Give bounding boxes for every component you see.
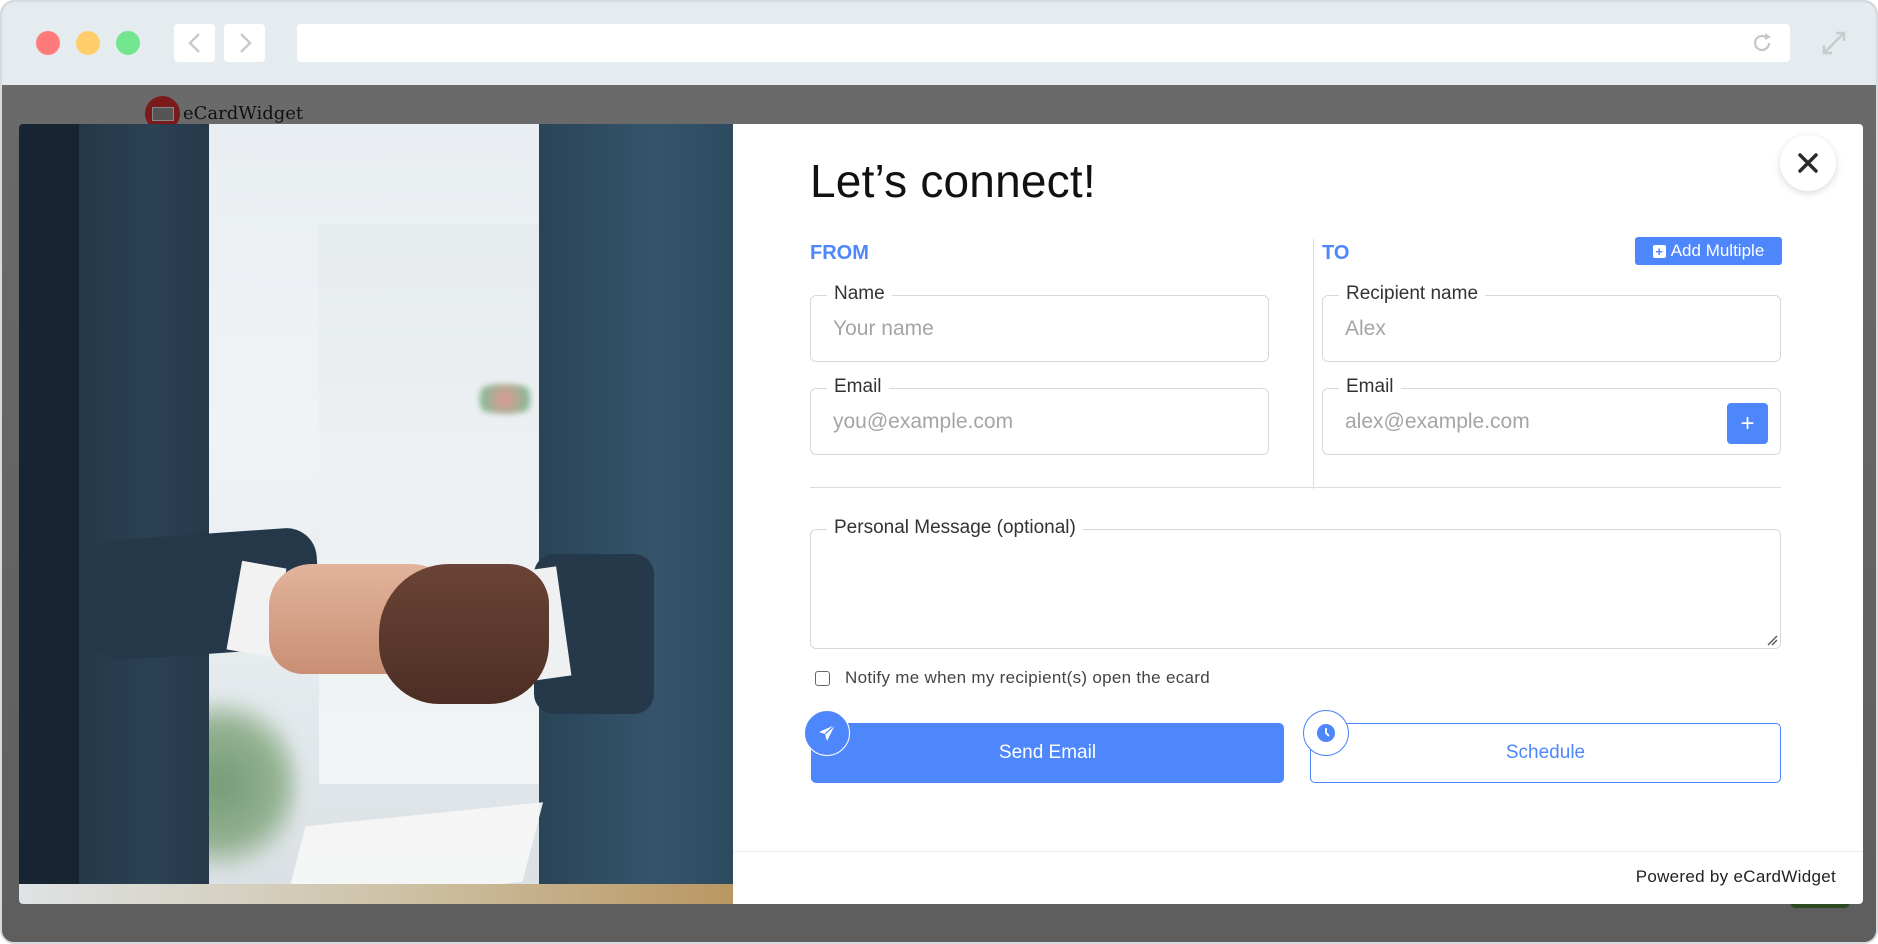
section-divider bbox=[1313, 239, 1314, 489]
browser-toolbar bbox=[2, 2, 1876, 85]
notify-label: Notify me when my recipient(s) open the … bbox=[845, 668, 1210, 687]
message-field: Personal Message (optional) bbox=[810, 517, 1781, 649]
sender-name-field: Name bbox=[810, 283, 1269, 362]
recipient-email-field: Email + bbox=[1322, 376, 1781, 455]
message-textarea[interactable] bbox=[811, 530, 1780, 648]
powered-by-text: Powered by eCardWidget bbox=[1635, 867, 1836, 886]
plus-icon: + bbox=[1740, 409, 1755, 437]
notify-checkbox[interactable] bbox=[815, 670, 830, 686]
to-heading: TO bbox=[1322, 242, 1350, 264]
minimize-window-button[interactable] bbox=[76, 31, 100, 55]
sender-email-field: Email bbox=[810, 376, 1269, 455]
close-window-button[interactable] bbox=[36, 31, 60, 55]
close-icon bbox=[1798, 153, 1818, 173]
send-email-button[interactable]: Send Email bbox=[811, 723, 1284, 783]
sender-name-input[interactable] bbox=[833, 296, 1246, 361]
sender-email-input[interactable] bbox=[833, 389, 1246, 454]
plus-square-icon: + bbox=[1652, 244, 1666, 258]
close-modal-button[interactable] bbox=[1780, 135, 1836, 191]
schedule-label: Schedule bbox=[1505, 742, 1586, 763]
chevron-right-icon bbox=[239, 33, 252, 53]
chevron-left-icon bbox=[187, 33, 200, 53]
add-multiple-button[interactable]: + Add Multiple bbox=[1635, 237, 1782, 265]
expand-icon[interactable] bbox=[1819, 28, 1849, 58]
modal-title: Let’s connect! bbox=[810, 155, 1096, 207]
paper-plane-icon bbox=[804, 710, 850, 756]
reload-icon[interactable] bbox=[1750, 31, 1774, 55]
recipient-email-input[interactable] bbox=[1345, 389, 1710, 454]
footer-divider bbox=[733, 851, 1863, 852]
recipient-name-field: Recipient name bbox=[1322, 283, 1781, 362]
recipient-name-input[interactable] bbox=[1345, 296, 1758, 361]
resize-handle-icon[interactable] bbox=[1766, 634, 1778, 646]
address-bar[interactable] bbox=[297, 24, 1790, 62]
handshake-photo bbox=[19, 124, 733, 904]
add-multiple-label: Add Multiple bbox=[1670, 241, 1765, 260]
add-recipient-button[interactable]: + bbox=[1727, 403, 1768, 444]
browser-window: eCardWidget Let’s connect! FROM TO + Add… bbox=[0, 0, 1878, 944]
connect-form: Let’s connect! FROM TO + Add Multiple Na… bbox=[733, 124, 1863, 904]
send-email-label: Send Email bbox=[998, 742, 1097, 763]
notify-option[interactable]: Notify me when my recipient(s) open the … bbox=[815, 668, 1210, 688]
connect-modal: Let’s connect! FROM TO + Add Multiple Na… bbox=[19, 124, 1863, 904]
logo-text: eCardWidget bbox=[183, 103, 304, 124]
maximize-window-button[interactable] bbox=[116, 31, 140, 55]
forward-button[interactable] bbox=[224, 24, 265, 62]
schedule-button[interactable]: Schedule bbox=[1310, 723, 1781, 783]
form-divider bbox=[810, 487, 1781, 488]
back-button[interactable] bbox=[174, 24, 215, 62]
from-heading: FROM bbox=[810, 242, 869, 264]
clock-icon bbox=[1303, 710, 1349, 756]
